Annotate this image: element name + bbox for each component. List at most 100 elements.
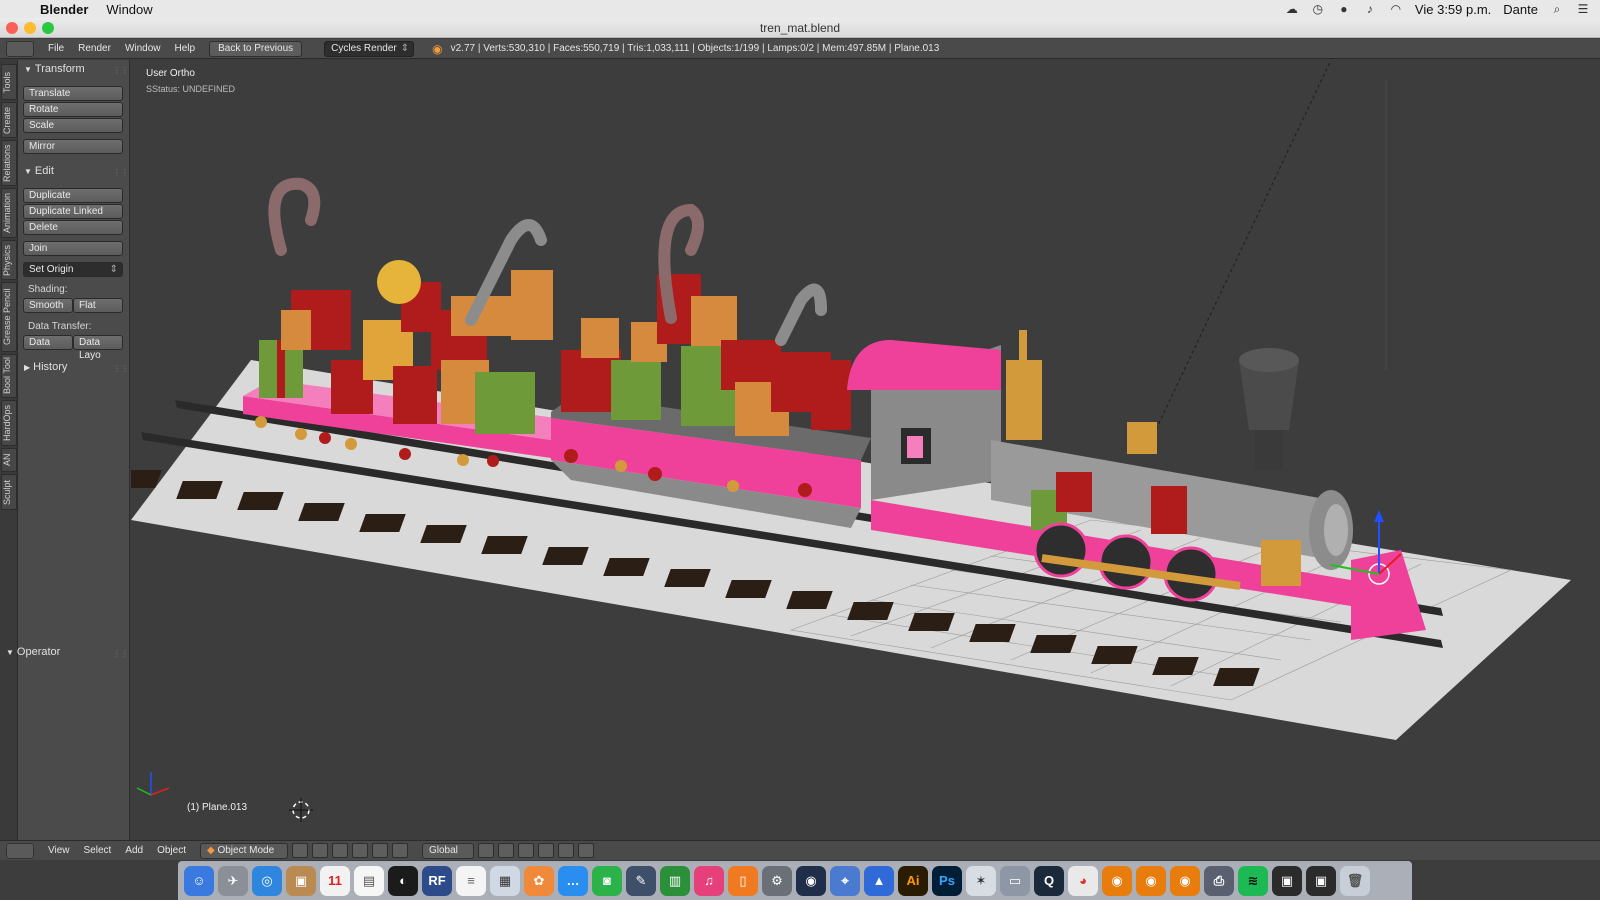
editor-type-selector[interactable] — [6, 842, 34, 859]
scale-manipulator-icon[interactable] — [392, 843, 408, 858]
editor-type-selector[interactable] — [6, 40, 34, 57]
tab-animation[interactable]: Animation — [1, 188, 17, 238]
panel-drag-icon[interactable]: ⋮⋮ — [113, 168, 129, 177]
trash-icon[interactable]: 🗑 — [1340, 866, 1370, 896]
image-capture-icon[interactable]: ▭ — [1000, 866, 1030, 896]
data-layout-button[interactable]: Data Layo — [73, 335, 123, 361]
transform-panel-header[interactable]: ▼ Transform — [24, 63, 85, 75]
tab-an[interactable]: AN — [1, 448, 17, 472]
photos-icon[interactable]: ✿ — [524, 866, 554, 896]
safari-icon[interactable]: ◎ — [252, 866, 282, 896]
script-editor-icon[interactable]: ✎ — [626, 866, 656, 896]
tab-sculpt[interactable]: Sculpt — [1, 474, 17, 510]
panel-drag-icon[interactable]: ⋮⋮ — [113, 364, 129, 373]
aperture-icon[interactable]: ◉ — [796, 866, 826, 896]
notification-center-icon[interactable]: ☰ — [1576, 3, 1590, 15]
status-circle-icon[interactable]: ● — [1337, 3, 1351, 15]
photoshop-icon[interactable]: Ps — [932, 866, 962, 896]
tab-hardops[interactable]: HardOps — [1, 400, 17, 446]
menu-select[interactable]: Select — [84, 845, 112, 856]
shade-flat-button[interactable]: Flat — [73, 298, 123, 313]
menubar-user[interactable]: Dante — [1503, 2, 1538, 17]
snap-icon[interactable] — [518, 843, 534, 858]
blender-dock-icon-2[interactable]: ◉ — [1136, 866, 1166, 896]
viewport-shading-icon[interactable] — [292, 843, 308, 858]
illustrator-icon[interactable]: Ai — [898, 866, 928, 896]
app-menu-blender[interactable]: Blender — [40, 2, 88, 17]
scale-button[interactable]: Scale — [23, 118, 123, 133]
tab-create[interactable]: Create — [1, 102, 17, 138]
menu-object[interactable]: Object — [157, 845, 186, 856]
reminders-icon[interactable]: ≡ — [456, 866, 486, 896]
panel-drag-icon[interactable]: ⋮⋮ — [113, 66, 129, 75]
data-transfer-button[interactable]: Data — [23, 335, 73, 350]
tab-grease-pencil[interactable]: Grease Pencil — [1, 282, 17, 352]
pivot-point-icon[interactable] — [312, 843, 328, 858]
shade-smooth-button[interactable]: Smooth — [23, 298, 73, 313]
downloads-folder-icon[interactable]: ▣ — [1306, 866, 1336, 896]
directory-utility-icon[interactable]: ⌖ — [830, 866, 860, 896]
rotate-manipulator-icon[interactable] — [372, 843, 388, 858]
transform-orientation-select[interactable]: Global — [422, 842, 474, 859]
duplicate-linked-button[interactable]: Duplicate Linked — [23, 204, 123, 219]
delete-button[interactable]: Delete — [23, 220, 123, 235]
menu-view[interactable]: View — [48, 845, 70, 856]
keynote-icon[interactable]: ▲ — [864, 866, 894, 896]
3d-viewport[interactable]: User Ortho SStatus: UNDEFINED (1) Plane.… — [131, 60, 1600, 840]
translate-manipulator-icon[interactable] — [352, 843, 368, 858]
window-zoom-button[interactable] — [42, 22, 54, 34]
opengl-render-icon[interactable] — [578, 843, 594, 858]
volume-icon[interactable]: ♪ — [1363, 3, 1377, 15]
tab-relations[interactable]: Relations — [1, 140, 17, 186]
menu-render[interactable]: Render — [78, 43, 111, 54]
operator-panel-header[interactable]: ▼ Operator — [6, 646, 60, 658]
window-close-button[interactable] — [6, 22, 18, 34]
cloud-sync-icon[interactable]: ☁ — [1285, 3, 1299, 15]
spotlight-search-icon[interactable]: ⌕ — [1550, 3, 1564, 15]
mirror-button[interactable]: Mirror — [23, 139, 123, 154]
spotify-icon[interactable]: ≋ — [1238, 866, 1268, 896]
itunes-icon[interactable]: ♫ — [694, 866, 724, 896]
cinema4d-icon[interactable]: ◐ — [388, 866, 418, 896]
menu-file[interactable]: File — [48, 43, 64, 54]
finder-icon[interactable]: ☺ — [184, 866, 214, 896]
time-machine-icon[interactable]: ◷ — [1311, 3, 1325, 15]
ibooks-icon[interactable]: ▯ — [728, 866, 758, 896]
blender-dock-icon[interactable]: ◉ — [1102, 866, 1132, 896]
panel-drag-icon[interactable]: ⋮⋮ — [113, 649, 129, 658]
menu-window[interactable]: Window — [106, 2, 152, 17]
numbers-icon[interactable]: ▥ — [660, 866, 690, 896]
edit-panel-header[interactable]: ▼ Edit — [24, 165, 54, 177]
screenshot-folder-icon[interactable]: ▣ — [1272, 866, 1302, 896]
menu-window[interactable]: Window — [125, 43, 161, 54]
quicktime-icon[interactable]: Q — [1034, 866, 1064, 896]
launchpad-icon[interactable]: ✈ — [218, 866, 248, 896]
render-preview-icon[interactable] — [558, 843, 574, 858]
rf-app-icon[interactable]: RF — [422, 866, 452, 896]
rotate-button[interactable]: Rotate — [23, 102, 123, 117]
join-button[interactable]: Join — [23, 241, 123, 256]
contacts-icon[interactable]: ▣ — [286, 866, 316, 896]
set-origin-select[interactable]: Set Origin ⇕ — [23, 262, 123, 277]
system-preferences-icon[interactable]: ⚙ — [762, 866, 792, 896]
blender-dock-icon-3[interactable]: ◉ — [1170, 866, 1200, 896]
calendar-icon[interactable]: 11 — [320, 866, 350, 896]
train-scene[interactable] — [131, 60, 1600, 840]
menu-add[interactable]: Add — [125, 845, 143, 856]
layer-buttons-icon[interactable] — [478, 843, 494, 858]
duplicate-button[interactable]: Duplicate — [23, 188, 123, 203]
preview-icon[interactable]: ▦ — [490, 866, 520, 896]
notes-icon[interactable]: ▤ — [354, 866, 384, 896]
tab-bool-tool[interactable]: Bool Tool — [1, 354, 17, 398]
printer-icon[interactable]: ⎙ — [1204, 866, 1234, 896]
layer-buttons-icon[interactable] — [498, 843, 514, 858]
back-to-previous-button[interactable]: Back to Previous — [209, 40, 303, 57]
tab-tools[interactable]: Tools — [1, 64, 17, 100]
translate-button[interactable]: Translate — [23, 86, 123, 101]
render-engine-select[interactable]: Cycles Render — [324, 40, 415, 57]
proportional-edit-icon[interactable] — [538, 843, 554, 858]
wifi-icon[interactable]: ◠ — [1389, 3, 1403, 15]
messages-icon[interactable]: … — [558, 866, 588, 896]
tab-physics[interactable]: Physics — [1, 240, 17, 280]
facetime-icon[interactable]: ◙ — [592, 866, 622, 896]
